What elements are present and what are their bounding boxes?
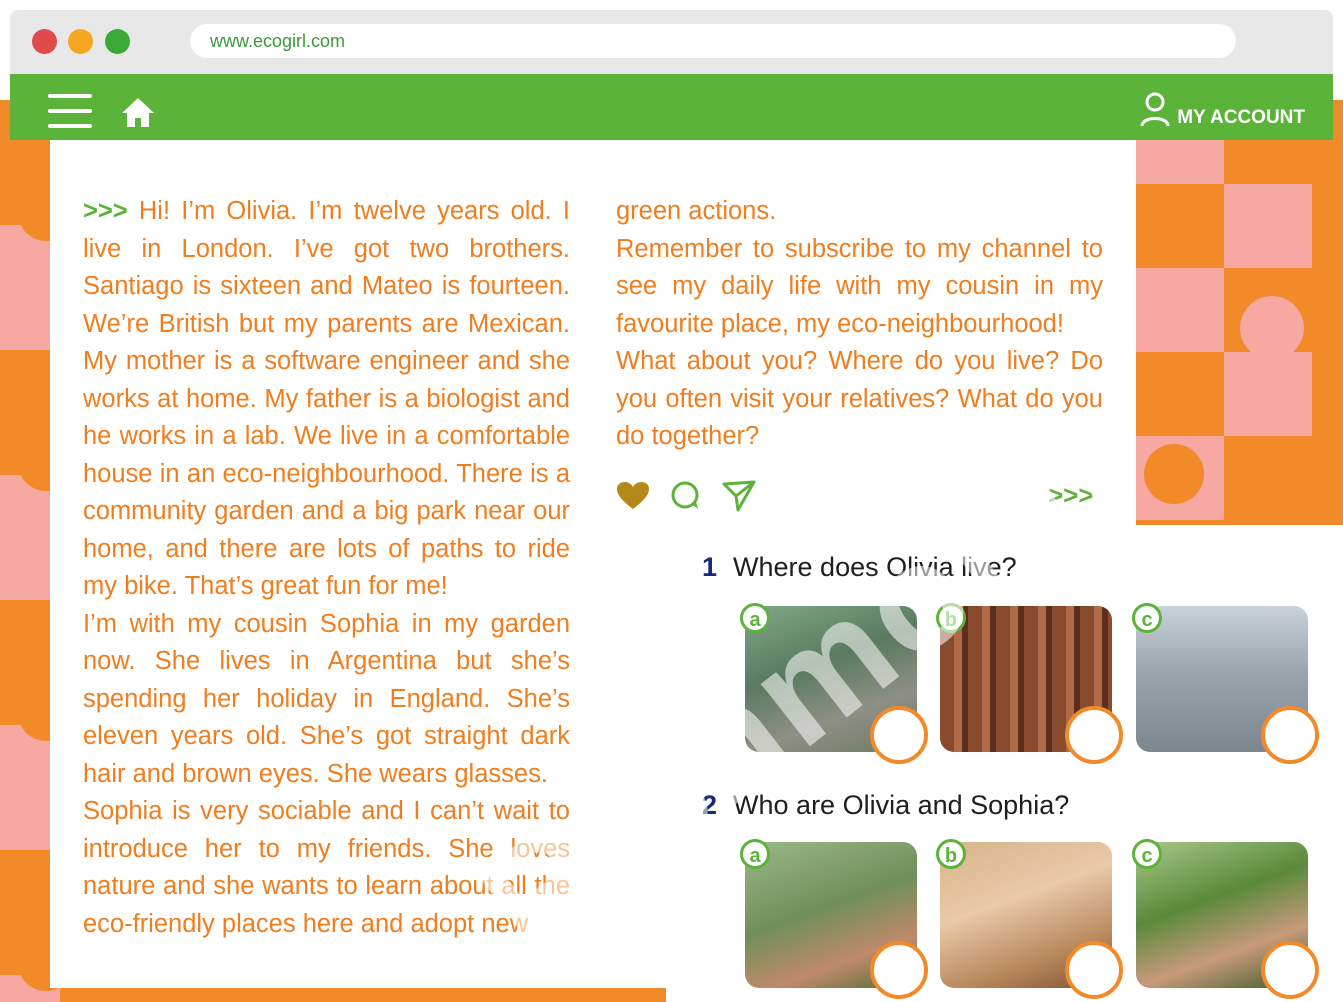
minimize-window-button[interactable] — [68, 29, 93, 54]
post-paragraph-5: Remember to subscribe to my channel to s… — [616, 234, 1103, 338]
decor-square — [1224, 352, 1312, 436]
comment-icon[interactable] — [670, 480, 702, 516]
address-bar[interactable]: www.ecogirl.com — [190, 24, 1236, 58]
option-letter: a — [740, 839, 770, 869]
site-navbar: MY ACCOUNT — [10, 74, 1333, 140]
browser-titlebar: www.ecogirl.com — [10, 10, 1333, 74]
share-icon[interactable] — [722, 480, 756, 516]
option-letter: b — [936, 839, 966, 869]
post-actions — [616, 480, 756, 516]
right-decor — [1136, 100, 1343, 525]
flower-decor — [1240, 296, 1304, 360]
user-icon — [1139, 92, 1171, 132]
option-letter: c — [1132, 839, 1162, 869]
decor-square — [1136, 268, 1224, 352]
answer-circle[interactable] — [870, 941, 928, 999]
answer-circle[interactable] — [1065, 941, 1123, 999]
flower-decor — [1144, 444, 1204, 504]
close-window-button[interactable] — [32, 29, 57, 54]
answer-circle[interactable] — [1261, 941, 1319, 999]
option-letter: c — [1132, 603, 1162, 633]
decor-square — [1224, 184, 1312, 268]
post-paragraph-2: I’m with my cousin Sophia in my garden n… — [83, 609, 570, 788]
answer-circle[interactable] — [1261, 706, 1319, 764]
hamburger-menu-icon[interactable] — [48, 94, 92, 128]
post-paragraph-1: Hi! I’m Olivia. I’m twelve years old. I … — [83, 197, 570, 600]
post-paragraph-4: green actions. — [616, 197, 777, 225]
heart-icon[interactable] — [616, 481, 650, 515]
intro-arrows: >>> — [83, 197, 128, 225]
browser-window: www.ecogirl.com MY ACCOUNT — [10, 10, 1333, 140]
question-number: 1 — [702, 552, 718, 582]
my-account-label: MY ACCOUNT — [1177, 107, 1305, 128]
home-icon[interactable] — [120, 94, 156, 130]
answer-circle[interactable] — [1065, 706, 1123, 764]
flower-decor — [1144, 208, 1204, 268]
my-account-link[interactable]: MY ACCOUNT — [1139, 92, 1305, 132]
bottom-decor — [60, 988, 666, 1002]
maximize-window-button[interactable] — [105, 29, 130, 54]
